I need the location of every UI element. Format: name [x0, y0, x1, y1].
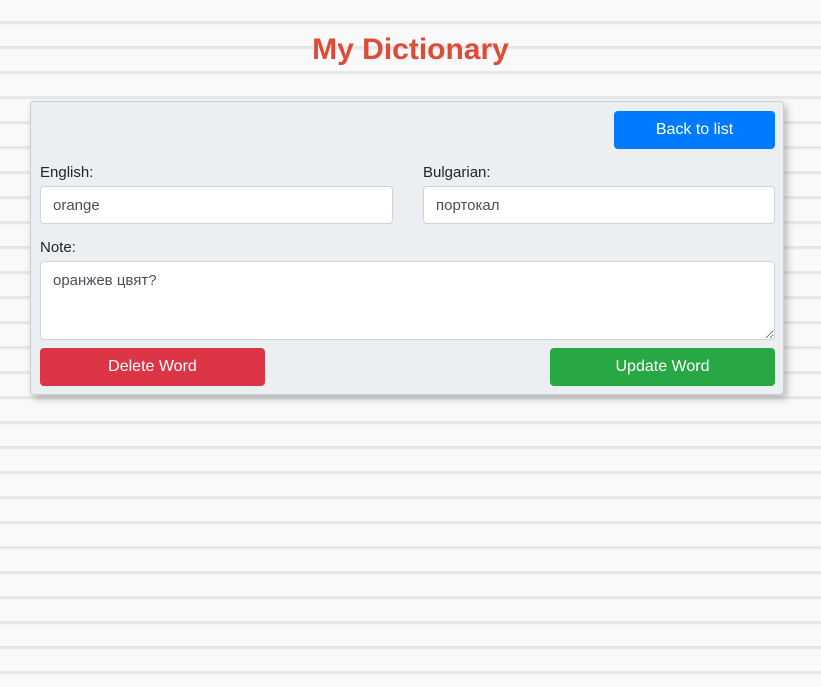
bulgarian-label: Bulgarian:	[423, 164, 491, 181]
page-title: My Dictionary	[312, 33, 509, 66]
bulgarian-input[interactable]	[423, 186, 775, 224]
english-input[interactable]	[40, 186, 393, 224]
english-label: English:	[40, 164, 94, 181]
edit-word-card: Back to list English: Bulgarian: Note: о…	[30, 101, 784, 395]
update-word-button[interactable]: Update Word	[550, 348, 775, 386]
back-to-list-button[interactable]: Back to list	[614, 111, 775, 149]
note-label: Note:	[40, 239, 76, 256]
note-textarea[interactable]: оранжев цвят?	[40, 261, 775, 340]
delete-word-button[interactable]: Delete Word	[40, 348, 265, 386]
